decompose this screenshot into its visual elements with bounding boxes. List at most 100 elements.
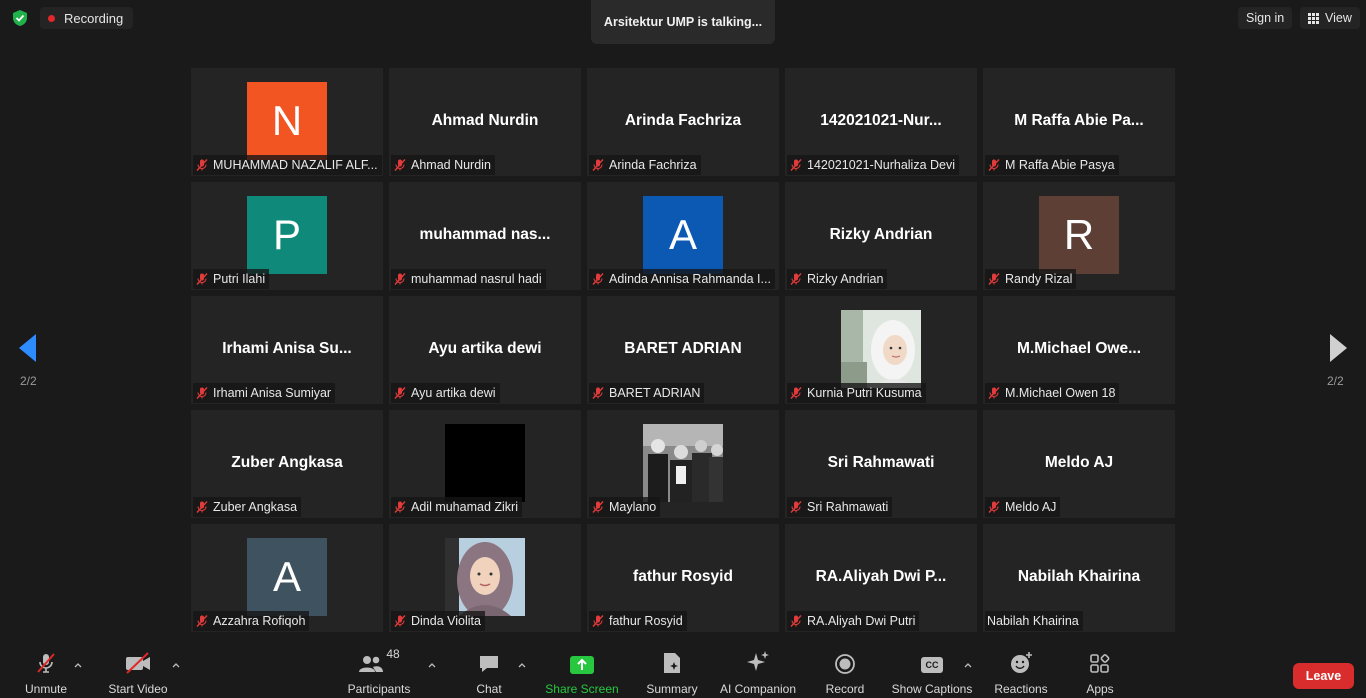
apps-label: Apps — [1086, 682, 1114, 696]
participant-photo — [445, 538, 525, 616]
view-button[interactable]: View — [1300, 7, 1360, 29]
ai-sparkle-icon — [747, 651, 769, 671]
participant-avatar: R — [1039, 196, 1119, 274]
recording-indicator[interactable]: Recording — [40, 7, 134, 29]
participant-tile[interactable]: Maylano — [587, 410, 779, 518]
show-captions-button[interactable]: CC Show Captions — [890, 641, 974, 698]
summary-button[interactable]: Summary — [642, 641, 702, 698]
participant-name-label: Dinda Violita — [411, 614, 481, 628]
mic-muted-icon — [988, 273, 1000, 285]
chat-label: Chat — [476, 682, 502, 696]
participant-display-name: Rizky Andrian — [829, 226, 933, 243]
unmute-button[interactable]: Unmute — [20, 641, 72, 698]
participant-name-label: Rizky Andrian — [807, 272, 884, 286]
mic-muted-icon — [394, 273, 406, 285]
participant-display-name: RA.Aliyah Dwi P... — [815, 568, 947, 585]
participant-tile[interactable]: muhammad nas... muhammad nasrul hadi — [389, 182, 581, 290]
unmute-options-chevron-icon[interactable] — [74, 661, 82, 669]
record-button[interactable]: Record — [822, 641, 868, 698]
video-options-chevron-icon[interactable] — [172, 661, 180, 669]
participant-tile[interactable]: Meldo AJ Meldo AJ — [983, 410, 1175, 518]
next-page-button[interactable]: 2/2 — [1306, 320, 1366, 400]
participant-tile[interactable]: 142021021-Nur... 142021021-Nurhaliza Devi — [785, 68, 977, 176]
participant-tile[interactable]: Rizky Andrian Rizky Andrian — [785, 182, 977, 290]
participant-tile[interactable]: A Adinda Annisa Rahmanda I... — [587, 182, 779, 290]
participant-name-tag: Arinda Fachriza — [589, 155, 701, 175]
participant-tile[interactable]: R Randy Rizal — [983, 182, 1175, 290]
participant-tile[interactable]: fathur Rosyid fathur Rosyid — [587, 524, 779, 632]
participant-tile[interactable]: Zuber Angkasa Zuber Angkasa — [191, 410, 383, 518]
record-icon — [835, 654, 855, 674]
participant-tile[interactable]: M Raffa Abie Pa... M Raffa Abie Pasya — [983, 68, 1175, 176]
previous-page-button[interactable]: 2/2 — [0, 320, 60, 400]
chat-button[interactable]: Chat — [468, 641, 510, 698]
participant-name-tag: Rizky Andrian — [787, 269, 888, 289]
captions-options-chevron-icon[interactable] — [964, 661, 972, 669]
reactions-button[interactable]: Reactions — [990, 641, 1052, 698]
participant-name-tag: Maylano — [589, 497, 661, 517]
leave-button[interactable]: Leave — [1293, 663, 1354, 689]
mic-muted-icon — [592, 387, 604, 399]
participant-name-tag: 142021021-Nurhaliza Devi — [787, 155, 960, 175]
apps-button[interactable]: Apps — [1078, 641, 1122, 698]
participant-name-label: Irhami Anisa Sumiyar — [213, 386, 332, 400]
participant-photo — [841, 310, 921, 388]
participants-label: Participants — [347, 682, 411, 696]
participant-tile[interactable]: Ayu artika dewi Ayu artika dewi — [389, 296, 581, 404]
mic-muted-icon — [196, 273, 208, 285]
record-label: Record — [825, 682, 865, 696]
mic-muted-icon — [790, 501, 802, 513]
share-screen-button[interactable]: Share Screen — [544, 641, 620, 698]
recording-label: Recording — [64, 10, 124, 26]
participant-name-label: Putri Ilahi — [213, 272, 266, 286]
participant-name-tag: Randy Rizal — [985, 269, 1077, 289]
chat-options-chevron-icon[interactable] — [518, 661, 526, 669]
mic-muted-icon — [988, 501, 1000, 513]
participant-tile[interactable]: Arinda Fachriza Arinda Fachriza — [587, 68, 779, 176]
participant-tile[interactable]: Nabilah Khairina Nabilah Khairina — [983, 524, 1175, 632]
participants-icon — [359, 656, 384, 672]
participant-name-label: M.Michael Owen 18 — [1005, 386, 1116, 400]
participant-name-label: Azzahra Rofiqoh — [213, 614, 306, 628]
participant-tile[interactable]: Dinda Violita — [389, 524, 581, 632]
participant-tile[interactable]: A Azzahra Rofiqoh — [191, 524, 383, 632]
participant-name-label: Meldo AJ — [1005, 500, 1057, 514]
participant-name-tag: Meldo AJ — [985, 497, 1061, 517]
participant-photo — [445, 424, 525, 502]
participant-tile[interactable]: M.Michael Owe... M.Michael Owen 18 — [983, 296, 1175, 404]
mic-muted-icon — [196, 159, 208, 171]
participant-avatar: N — [247, 82, 327, 160]
participants-button[interactable]: 48 Participants — [346, 641, 412, 698]
participant-name-tag: Adinda Annisa Rahmanda I... — [589, 269, 775, 289]
participant-tile[interactable]: Irhami Anisa Su... Irhami Anisa Sumiyar — [191, 296, 383, 404]
shield-icon[interactable] — [10, 8, 30, 28]
reactions-label: Reactions — [994, 682, 1048, 696]
mic-muted-icon — [988, 159, 1000, 171]
participant-name-label: Nabilah Khairina — [987, 614, 1079, 628]
ai-companion-button[interactable]: AI Companion — [716, 641, 800, 698]
mic-muted-icon — [790, 159, 802, 171]
participant-tile[interactable]: Kurnia Putri Kusuma — [785, 296, 977, 404]
participants-options-chevron-icon[interactable] — [428, 661, 436, 669]
participant-tile[interactable]: Adil muhamad Zikri — [389, 410, 581, 518]
participant-name-label: Zuber Angkasa — [213, 500, 298, 514]
participant-name-label: BARET ADRIAN — [609, 386, 701, 400]
participant-name-label: Sri Rahmawati — [807, 500, 889, 514]
participant-tile[interactable]: Ahmad Nurdin Ahmad Nurdin — [389, 68, 581, 176]
participant-name-tag: RA.Aliyah Dwi Putri — [787, 611, 920, 631]
participant-name-tag: muhammad nasrul hadi — [391, 269, 546, 289]
participant-name-label: Ayu artika dewi — [411, 386, 496, 400]
start-video-button[interactable]: Start Video — [104, 641, 172, 698]
participant-tile[interactable]: P Putri Ilahi — [191, 182, 383, 290]
participant-name-tag: Sri Rahmawati — [787, 497, 893, 517]
participant-tile[interactable]: RA.Aliyah Dwi P... RA.Aliyah Dwi Putri — [785, 524, 977, 632]
participant-tile[interactable]: N MUHAMMAD NAZALIF ALF... — [191, 68, 383, 176]
summary-document-icon — [664, 653, 680, 673]
participant-name-label: RA.Aliyah Dwi Putri — [807, 614, 916, 628]
arrow-left-icon — [19, 334, 36, 362]
participant-tile[interactable]: BARET ADRIAN BARET ADRIAN — [587, 296, 779, 404]
mic-muted-icon — [592, 159, 604, 171]
participant-tile[interactable]: Sri Rahmawati Sri Rahmawati — [785, 410, 977, 518]
mic-muted-icon — [790, 615, 802, 627]
sign-in-button[interactable]: Sign in — [1238, 7, 1293, 29]
